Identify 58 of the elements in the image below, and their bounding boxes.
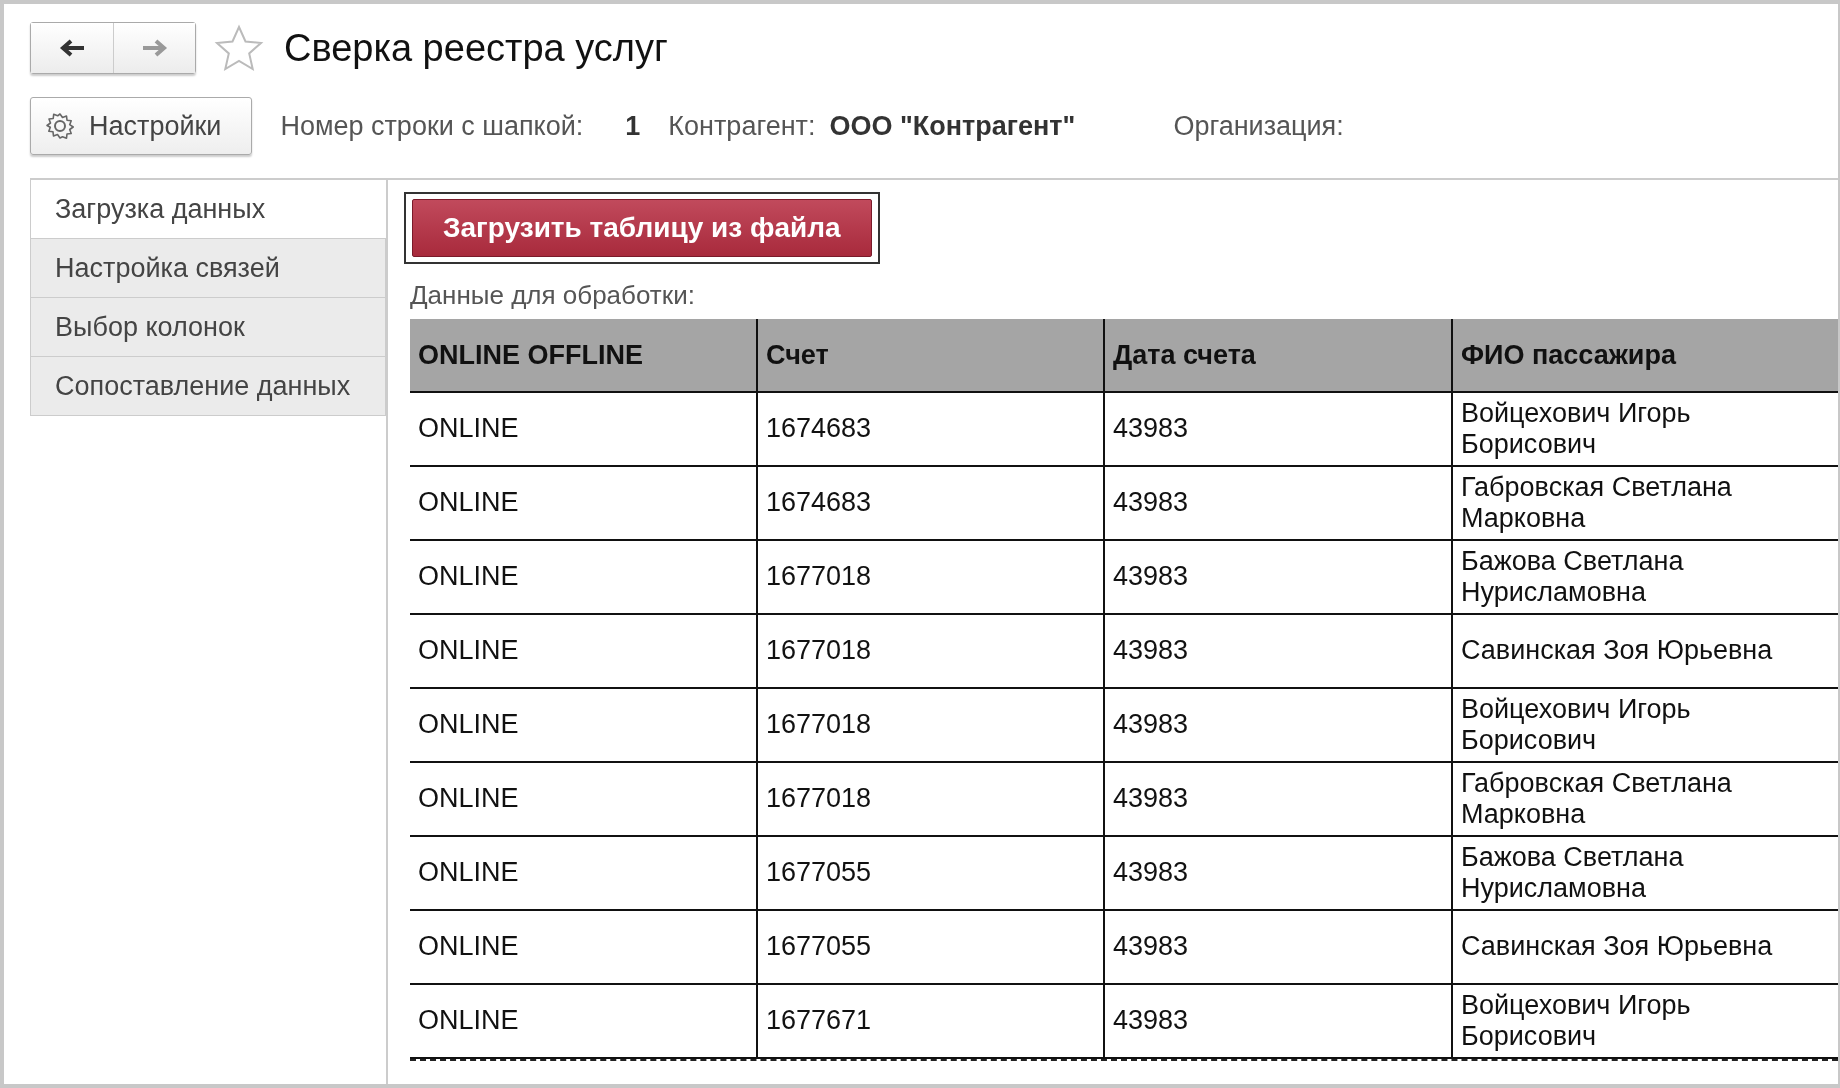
table-cell: ONLINE [410, 541, 758, 615]
table-cell: ONLINE [410, 763, 758, 837]
field-label: Контрагент: [668, 110, 816, 142]
table-cell: 1674683 [758, 393, 1105, 467]
back-arrow-icon[interactable] [58, 38, 86, 58]
table-cell: 43983 [1105, 467, 1453, 541]
load-file-button[interactable]: Загрузить таблицу из файла [412, 199, 872, 257]
forward-arrow-icon[interactable] [140, 38, 169, 58]
column-header: Дата счета [1105, 319, 1453, 393]
table-cell: Бажова Светлана Нурисламовна [1453, 837, 1838, 911]
table-cell: Войцехович Игорь Борисович [1453, 985, 1838, 1059]
table-cell: 1677018 [758, 541, 1105, 615]
table-cell: Габровская Светлана Марковна [1453, 763, 1838, 837]
table-cell: ONLINE [410, 985, 758, 1059]
table-cell: 43983 [1105, 763, 1453, 837]
column-header: ФИО пассажира [1453, 319, 1838, 393]
table-cell: Войцехович Игорь Борисович [1453, 689, 1838, 763]
field-label: Номер строки с шапкой: [280, 110, 584, 142]
field-label: Организация: [1173, 110, 1344, 142]
table-cell: 43983 [1105, 911, 1453, 985]
tab[interactable]: Загрузка данных [30, 180, 386, 239]
table-cell: 43983 [1105, 393, 1453, 467]
field-value: ООО "Контрагент" [829, 110, 1076, 142]
settings-button[interactable]: Настройки [30, 97, 253, 155]
table-cell: 43983 [1105, 837, 1453, 911]
window-title: Сверка реестра услуг [284, 26, 668, 70]
table-cell: ONLINE [410, 467, 758, 541]
table-cell: ONLINE [410, 837, 758, 911]
settings-icon [45, 111, 75, 141]
table-cell: 1677055 [758, 911, 1105, 985]
field-value: 1 [625, 110, 641, 142]
table-cell: Савинская Зоя Юрьевна [1453, 911, 1838, 985]
table-cell: Войцехович Игорь Борисович [1453, 393, 1838, 467]
back-button[interactable] [31, 23, 113, 73]
table-caption: Данные для обработки: [410, 280, 696, 311]
table-cell: 1677018 [758, 689, 1105, 763]
table-cell: 1677018 [758, 615, 1105, 689]
tab[interactable]: Сопоставление данных [30, 357, 386, 416]
star-icon[interactable] [214, 24, 264, 72]
tab[interactable]: Выбор колонок [30, 298, 386, 357]
table-cell: Бажова Светлана Нурисламовна [1453, 541, 1838, 615]
tab[interactable]: Настройка связей [30, 239, 386, 298]
table-cell: ONLINE [410, 615, 758, 689]
table-cell: 1674683 [758, 467, 1105, 541]
table-cell: ONLINE [410, 911, 758, 985]
table-cell: ONLINE [410, 393, 758, 467]
table-cell: 43983 [1105, 615, 1453, 689]
table-cell: Габровская Светлана Марковна [1453, 467, 1838, 541]
table-cell: ONLINE [410, 689, 758, 763]
table-cell: 43983 [1105, 689, 1453, 763]
table-cell: 1677055 [758, 837, 1105, 911]
column-header: Счет [758, 319, 1105, 393]
table-cell: 1677018 [758, 763, 1105, 837]
column-header: ONLINE OFFLINE [410, 319, 758, 393]
table-cell: 43983 [1105, 541, 1453, 615]
table-cell: 43983 [1105, 985, 1453, 1059]
table-cell: Савинская Зоя Юрьевна [1453, 615, 1838, 689]
table-cell: 1677671 [758, 985, 1105, 1059]
